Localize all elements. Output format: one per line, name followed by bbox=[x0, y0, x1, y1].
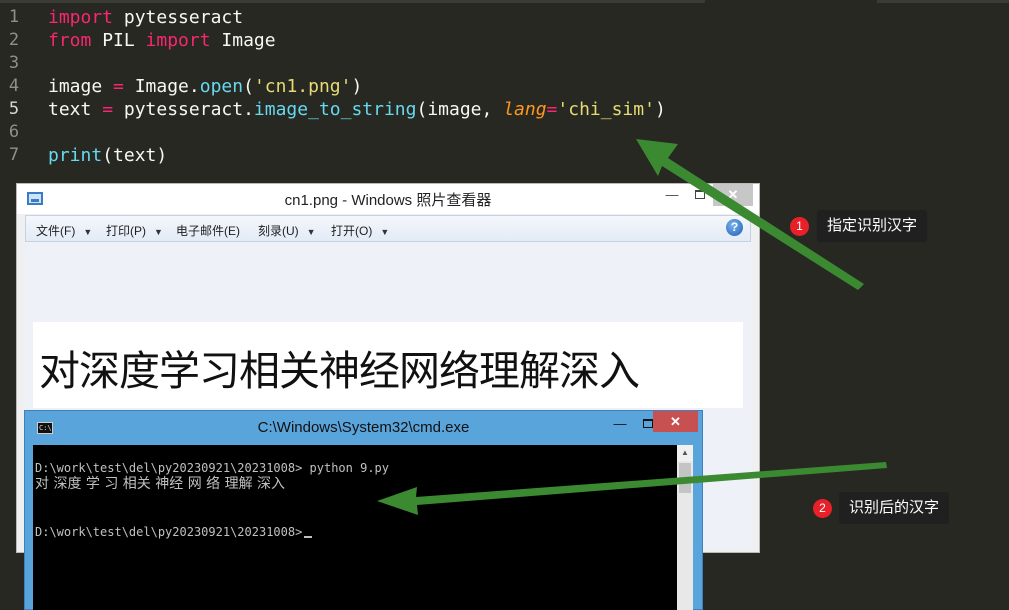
editor-tab-strip bbox=[0, 0, 705, 3]
dropdown-arrow-icon: ▼ bbox=[83, 227, 93, 237]
code-token: 'cn1.png' bbox=[253, 76, 352, 97]
scroll-thumb[interactable] bbox=[679, 463, 691, 493]
cmd-prompt: D:\work\test\del\py20230921\20231008> bbox=[35, 525, 303, 539]
menu-item-label: 打开(O) bbox=[331, 224, 373, 238]
viewer-window-title: cn1.png - Windows 照片查看器 bbox=[284, 192, 492, 209]
code-token: text bbox=[48, 99, 103, 120]
cmd-titlebar[interactable]: C:\ C:\Windows\System32\cmd.exe — ✕ bbox=[25, 411, 702, 444]
maximize-icon bbox=[695, 190, 705, 199]
code-token: image_to_string bbox=[253, 99, 417, 120]
cmd-command-line: D:\work\test\del\py20230921\20231008> py… bbox=[35, 461, 390, 475]
menu-item-label: 打印(P) bbox=[106, 224, 146, 238]
code-token: ) bbox=[654, 99, 666, 120]
code-token: pytesseract bbox=[113, 7, 244, 28]
code-token: import bbox=[48, 7, 114, 28]
code-token: print bbox=[48, 145, 103, 166]
code-token: lang bbox=[503, 99, 547, 120]
viewer-menu-item[interactable]: 打印(P) ▼ bbox=[106, 222, 163, 239]
code-text: import pytesseract bbox=[48, 6, 243, 29]
viewer-menu-item[interactable]: 文件(F) ▼ bbox=[36, 222, 92, 239]
code-token: import bbox=[145, 30, 211, 51]
line-number: 3 bbox=[8, 53, 20, 73]
code-line[interactable]: 2 from PIL import Image bbox=[0, 29, 1009, 52]
code-line[interactable]: 6 bbox=[0, 121, 1009, 144]
code-line[interactable]: 1 import pytesseract bbox=[0, 6, 1009, 29]
code-line[interactable]: 5 text = pytesseract.image_to_string(imag… bbox=[0, 98, 1009, 121]
viewer-menu-item[interactable]: 刻录(U) ▼ bbox=[258, 222, 316, 239]
callout-note-2: 识别后的汉字 bbox=[839, 492, 950, 524]
scroll-up-arrow-icon[interactable]: ▲ bbox=[677, 445, 693, 461]
help-icon[interactable]: ? bbox=[726, 219, 743, 236]
code-token: pytesseract. bbox=[113, 99, 254, 120]
code-line[interactable]: 7 print(text) bbox=[0, 144, 1009, 167]
viewer-titlebar[interactable]: cn1.png - Windows 照片查看器 — ✕ bbox=[17, 184, 759, 214]
code-token: from bbox=[48, 30, 92, 51]
menu-item-label: 刻录(U) bbox=[258, 224, 299, 238]
displayed-image: 对深度学习相关神经网络理解深入 bbox=[33, 322, 743, 408]
line-number: 6 bbox=[8, 122, 20, 142]
cmd-window-title: C:\Windows\System32\cmd.exe bbox=[257, 419, 470, 436]
code-token: = bbox=[546, 99, 558, 120]
code-token: open bbox=[199, 76, 244, 97]
code-text: from PIL import Image bbox=[48, 29, 276, 52]
code-line[interactable]: 4 image = Image.open('cn1.png') bbox=[0, 75, 1009, 98]
code-text: text = pytesseract.image_to_string(image… bbox=[48, 98, 666, 121]
code-token: ( bbox=[243, 76, 254, 97]
code-token: PIL bbox=[91, 30, 146, 51]
viewer-menu-item[interactable]: 打开(O) ▼ bbox=[331, 222, 389, 239]
code-text: print(text) bbox=[48, 144, 167, 167]
callout-badge-2: 2 bbox=[813, 499, 832, 518]
cmd-minimize-button[interactable]: — bbox=[605, 413, 635, 435]
menu-item-label: 文件(F) bbox=[36, 224, 76, 238]
cmd-close-button[interactable]: ✕ bbox=[653, 411, 698, 432]
maximize-icon bbox=[643, 419, 653, 428]
line-number: 2 bbox=[8, 30, 20, 50]
code-token: (text) bbox=[102, 145, 168, 166]
image-chinese-text: 对深度学习相关神经网络理解深入 bbox=[39, 347, 640, 395]
dropdown-arrow-icon: ▼ bbox=[306, 227, 316, 237]
code-token: (image, bbox=[416, 99, 504, 120]
viewer-maximize-button[interactable] bbox=[685, 184, 715, 206]
text-cursor bbox=[304, 536, 313, 538]
callout-note-1: 指定识别汉字 bbox=[817, 210, 928, 242]
code-token: ) bbox=[351, 76, 363, 97]
dropdown-arrow-icon: ▼ bbox=[380, 227, 390, 237]
line-number: 7 bbox=[8, 145, 20, 165]
menu-item-label: 电子邮件(E) bbox=[176, 224, 240, 238]
code-token: Image bbox=[210, 30, 276, 51]
line-number: 1 bbox=[8, 7, 20, 27]
cmd-window[interactable]: C:\ C:\Windows\System32\cmd.exe — ✕ D:\w… bbox=[24, 410, 703, 610]
cmd-console[interactable]: D:\work\test\del\py20230921\20231008> py… bbox=[33, 445, 693, 610]
cmd-prompt-line[interactable]: D:\work\test\del\py20230921\20231008> bbox=[35, 525, 313, 540]
code-token: = bbox=[113, 76, 124, 97]
code-token: = bbox=[102, 99, 114, 120]
code-text: image = Image.open('cn1.png') bbox=[48, 75, 362, 98]
line-number: 5 bbox=[8, 99, 20, 119]
dropdown-arrow-icon: ▼ bbox=[154, 227, 163, 237]
callout-badge-1: 1 bbox=[790, 217, 809, 236]
cmd-ocr-output: 对 深度 学 习 相关 神经 网 络 理解 深入 bbox=[35, 476, 286, 492]
code-token: 'chi_sim' bbox=[557, 99, 655, 120]
viewer-close-button[interactable]: ✕ bbox=[713, 184, 753, 206]
editor-tab-strip-right bbox=[877, 0, 1009, 3]
cmd-scrollbar[interactable]: ▲ bbox=[677, 445, 693, 610]
code-token: Image. bbox=[123, 76, 200, 97]
viewer-menu-item[interactable]: 电子邮件(E) bbox=[176, 222, 240, 239]
viewer-menubar: 文件(F) ▼ 打印(P) ▼ 电子邮件(E) 刻录(U) ▼ 打开(O) ▼ ? bbox=[25, 215, 751, 242]
line-number: 4 bbox=[8, 76, 20, 96]
code-token: image bbox=[48, 76, 114, 97]
code-line[interactable]: 3 bbox=[0, 52, 1009, 75]
viewer-minimize-button[interactable]: — bbox=[657, 184, 687, 206]
